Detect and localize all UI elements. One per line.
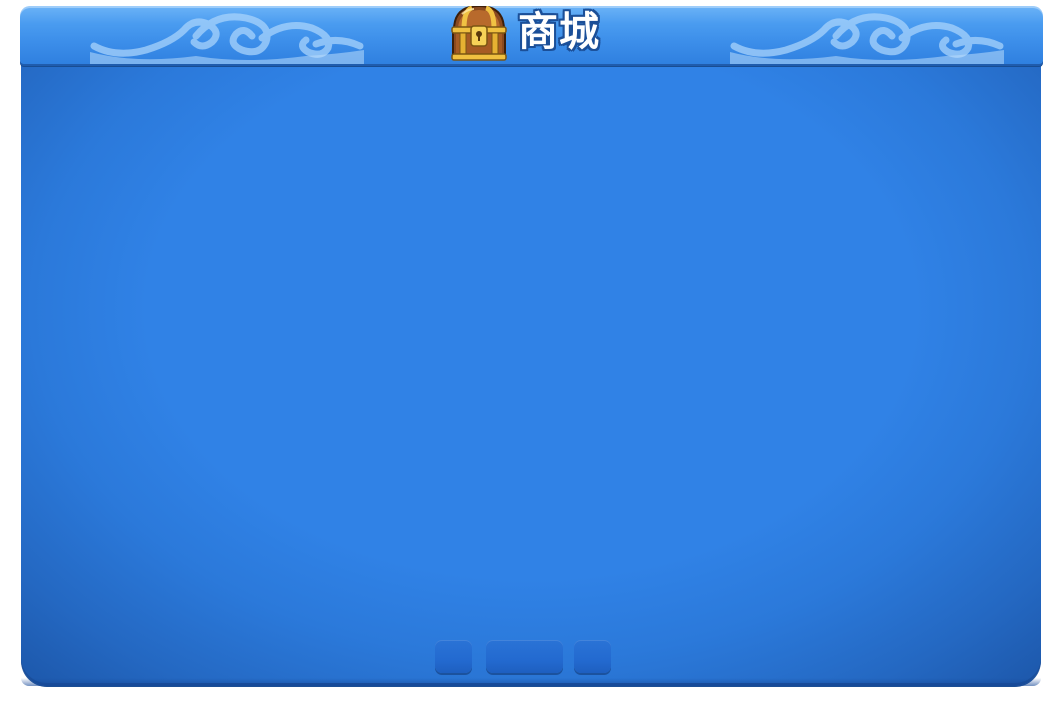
page-indicator[interactable] bbox=[486, 640, 563, 673]
shop-window: 商城 bbox=[20, 6, 1043, 687]
window-title: 商城 bbox=[518, 9, 600, 55]
title-group: 商城 bbox=[446, 6, 626, 64]
panel-bottom-edge bbox=[21, 678, 1041, 686]
title-bar: 商城 bbox=[20, 6, 1043, 64]
treasure-chest-icon bbox=[451, 6, 507, 61]
cloud-ornament-icon bbox=[90, 13, 364, 64]
page-next-button[interactable] bbox=[574, 640, 611, 673]
page-prev-button[interactable] bbox=[435, 640, 472, 673]
cloud-ornament-icon bbox=[730, 13, 1004, 64]
shop-content-panel bbox=[21, 58, 1041, 686]
